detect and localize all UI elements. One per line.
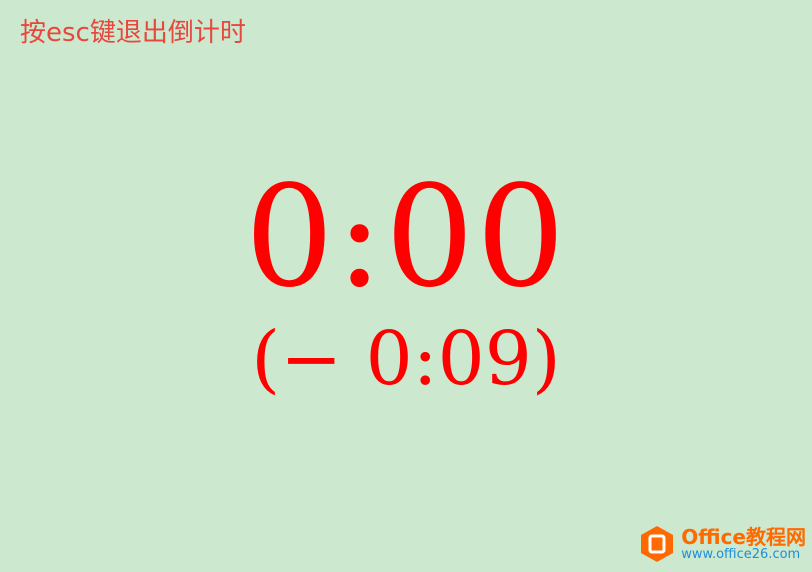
watermark-name: Office教程网 — [681, 524, 806, 549]
watermark-text: Office教程网 www.office26.com — [681, 526, 806, 562]
countdown-display: 0:00 — [244, 156, 568, 319]
watermark: Office教程网 www.office26.com — [639, 524, 806, 564]
overtime-display: (− 0:09) — [251, 316, 561, 402]
watermark-url: www.office26.com — [681, 546, 801, 562]
office-logo-icon — [641, 526, 674, 562]
exit-hint: 按esc键退出倒计时 — [20, 18, 246, 48]
